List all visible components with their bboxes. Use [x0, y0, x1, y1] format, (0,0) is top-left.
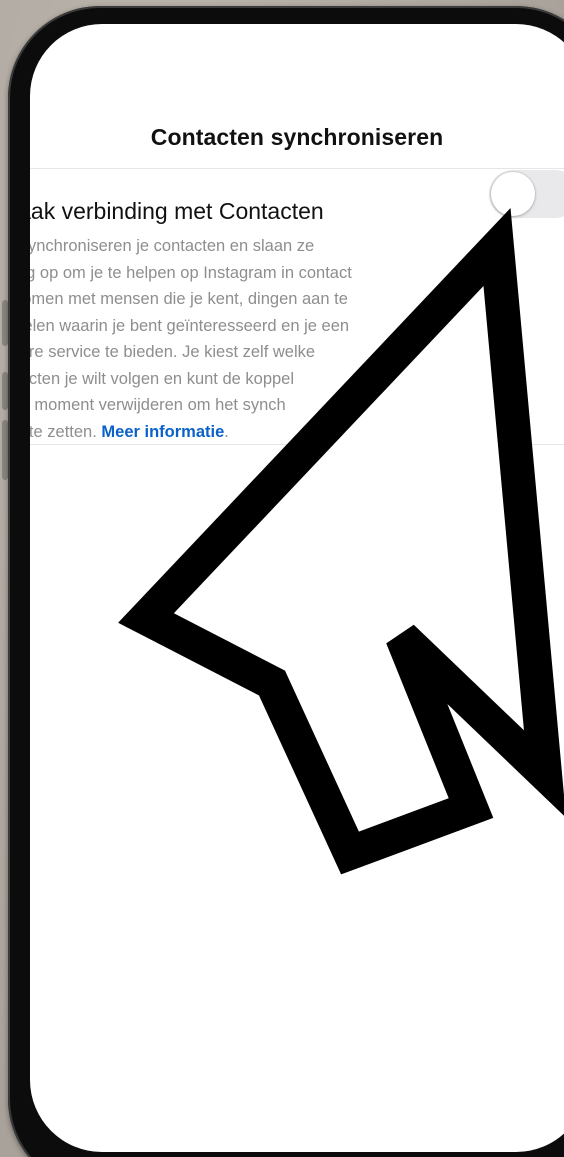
mouse-pointer-arrow-icon: [118, 207, 564, 875]
background: Contacten synchroniseren laak verbinding…: [0, 0, 564, 1157]
